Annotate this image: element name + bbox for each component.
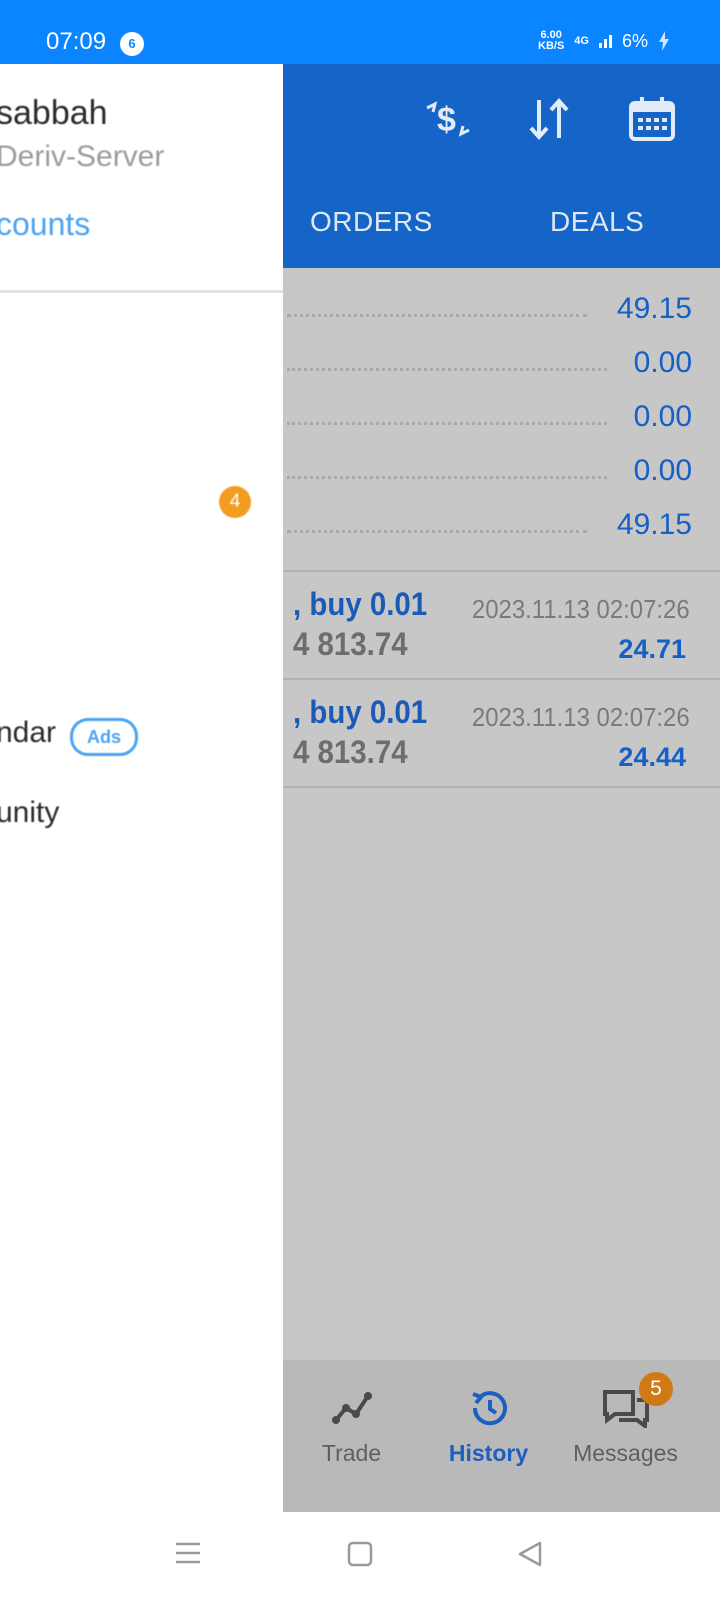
summary-value: 0.00 <box>633 454 692 487</box>
network-speed: 6.00 KB/S <box>538 30 564 52</box>
status-bar: 07:09 6 6.00 KB/S 4G 6% <box>0 0 720 64</box>
summary-row: 49.15 <box>283 284 720 338</box>
calendar-icon[interactable] <box>627 94 677 144</box>
drawer-item-community[interactable]: unity <box>0 796 59 830</box>
nav-messages[interactable]: 5 Messages <box>553 1372 698 1467</box>
deal-action: , buy 0.01 <box>293 586 428 622</box>
nav-trade-label: Trade <box>321 1440 382 1466</box>
summary-row: 0.00 <box>283 392 720 446</box>
status-indicators: 6.00 KB/S 4G 6% <box>538 30 670 52</box>
charging-icon <box>659 31 669 51</box>
network-speed-unit: KB/S <box>538 40 565 52</box>
drawer-item-calendar[interactable]: ndar <box>0 716 56 750</box>
nav-history[interactable]: History <box>416 1388 561 1467</box>
deal-action: , buy 0.01 <box>293 694 428 730</box>
battery-level: 6% <box>621 30 648 51</box>
bottom-navigation: Trade History 5 Messages <box>283 1360 720 1512</box>
history-tabs: ORDERS DEALS <box>283 170 720 268</box>
manage-accounts-link[interactable]: counts <box>0 206 90 243</box>
messages-count-badge: 5 <box>639 1372 673 1406</box>
tab-deals[interactable]: DEALS <box>550 206 644 238</box>
deal-price: 4 813.74 <box>293 734 408 770</box>
status-time: 07:09 <box>46 28 107 55</box>
deal-time: 2023.11.13 02:07:26 <box>472 702 690 732</box>
ads-badge: Ads <box>70 718 138 756</box>
deal-price: 4 813.74 <box>293 626 408 662</box>
summary-value: 49.15 <box>616 292 692 325</box>
summary-value: 0.00 <box>633 346 692 379</box>
deal-profit: 24.44 <box>618 742 686 772</box>
nav-history-label: History <box>448 1440 529 1466</box>
history-icon <box>471 1391 507 1426</box>
trade-chart-icon <box>331 1392 372 1424</box>
deal-time: 2023.11.13 02:07:26 <box>472 594 690 624</box>
signal-icon <box>598 34 612 48</box>
nav-trade[interactable]: Trade <box>279 1388 424 1467</box>
history-screen: $ ORDERS DEALS 49.15 0.00 0.00 0.00 49.1… <box>283 64 720 1512</box>
drawer-server-name: Deriv-Server <box>0 140 165 173</box>
deal-row[interactable]: , buy 0.01 4 813.74 2023.11.13 02:07:26 … <box>283 572 720 680</box>
drawer-account-name: sabbah <box>0 94 108 132</box>
summary-row: 49.15 <box>283 500 720 554</box>
deal-profit: 24.71 <box>618 634 686 664</box>
summary-value: 49.15 <box>616 508 692 541</box>
navigation-drawer: sabbah Deriv-Server counts 4 ndar Ads un… <box>0 64 283 1512</box>
drawer-menu-badge: 4 <box>219 486 251 518</box>
recent-apps-icon[interactable] <box>174 1540 202 1566</box>
drawer-divider <box>0 290 283 293</box>
currency-exchange-icon[interactable]: $ <box>423 94 473 144</box>
deal-row[interactable]: , buy 0.01 4 813.74 2023.11.13 02:07:26 … <box>283 680 720 788</box>
tab-orders[interactable]: ORDERS <box>310 206 433 238</box>
back-icon[interactable] <box>516 1540 544 1568</box>
notification-count-badge: 6 <box>120 32 144 56</box>
summary-value: 0.00 <box>633 400 692 433</box>
divider <box>283 786 720 788</box>
system-navigation-bar <box>0 1512 720 1600</box>
nav-messages-label: Messages <box>573 1440 678 1466</box>
sort-icon[interactable] <box>525 94 575 144</box>
summary-row: 0.00 <box>283 446 720 500</box>
svg-text:$: $ <box>437 101 456 139</box>
history-toolbar: $ <box>283 64 720 170</box>
summary-row: 0.00 <box>283 338 720 392</box>
network-type: 4G <box>574 35 589 47</box>
home-icon[interactable] <box>346 1540 374 1568</box>
